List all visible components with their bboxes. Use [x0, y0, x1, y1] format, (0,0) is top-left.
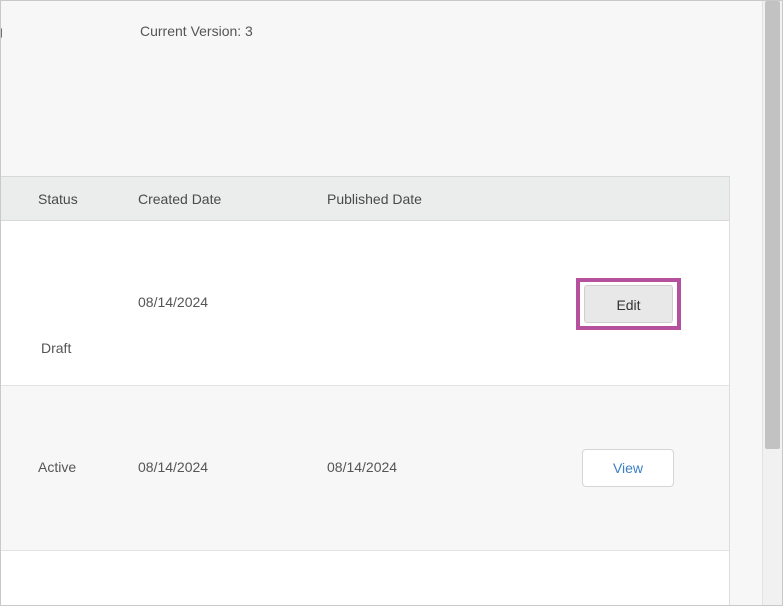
edit-button[interactable]: Edit [584, 285, 673, 323]
scrollbar-thumb[interactable] [765, 1, 780, 449]
table-header: Status Created Date Published Date [1, 176, 729, 221]
table-row [1, 551, 729, 605]
clipped-field-label: g [1, 23, 3, 39]
page-frame: g Current Version: 3 Status Created Date… [0, 0, 783, 606]
created-date-cell: 08/14/2024 [138, 294, 209, 310]
status-cell: Draft [41, 340, 72, 356]
view-button[interactable]: View [582, 449, 674, 487]
table-row: Draft 08/14/2024 Edit [1, 221, 729, 386]
header-created-date[interactable]: Created Date [138, 191, 221, 207]
header-published-date[interactable]: Published Date [327, 191, 422, 207]
status-cell: Active [38, 459, 77, 475]
table-row: Active 08/14/2024 08/14/2024 View [1, 386, 729, 551]
header-status[interactable]: Status [38, 191, 78, 207]
current-version-label: Current Version: 3 [140, 23, 253, 39]
versions-table: Status Created Date Published Date Draft… [1, 176, 730, 605]
vertical-scrollbar[interactable] [762, 1, 782, 605]
published-date-cell: 08/14/2024 [327, 459, 398, 475]
created-date-cell: 08/14/2024 [138, 459, 209, 475]
